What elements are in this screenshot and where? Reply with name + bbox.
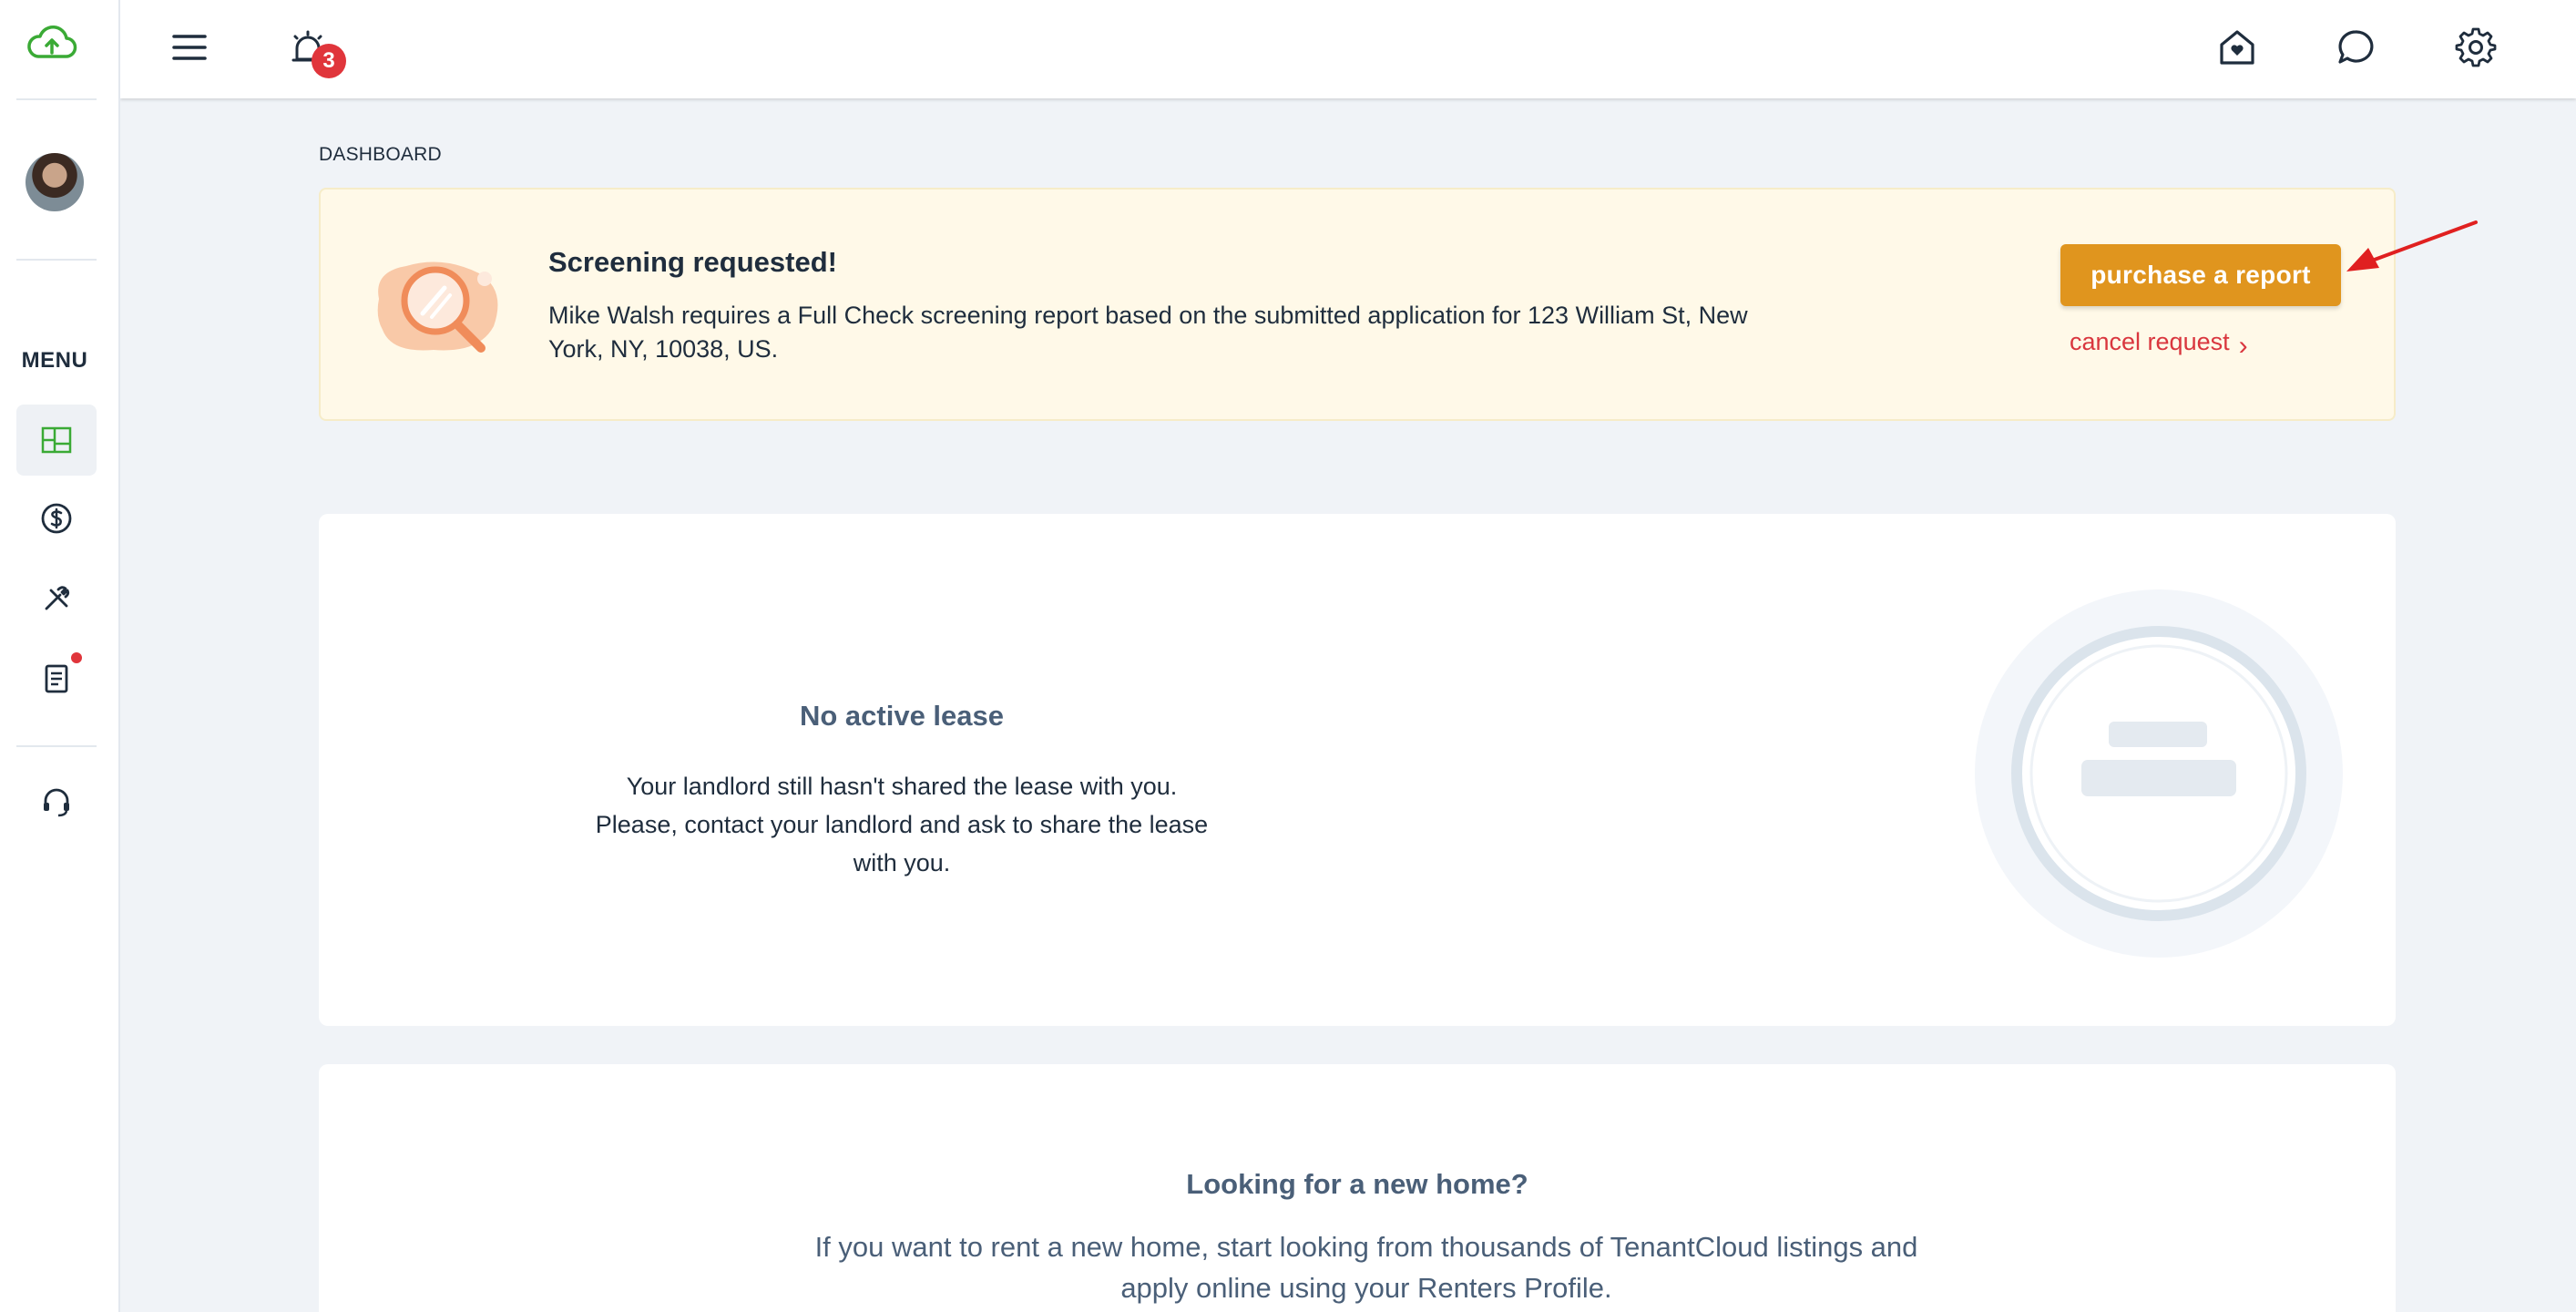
new-home-title: Looking for a new home?	[1186, 1168, 1528, 1200]
annotation-arrow-icon	[2346, 220, 2478, 272]
lease-card-text: Your landlord still hasn't shared the le…	[595, 773, 1209, 876]
notifications-count-badge: 3	[312, 44, 346, 78]
new-home-text: If you want to rent a new home, start lo…	[814, 1231, 1918, 1304]
lease-card-title: No active lease	[799, 700, 1005, 732]
chat-bubble-icon[interactable]	[2328, 20, 2383, 75]
hamburger-menu-icon[interactable]	[162, 20, 217, 75]
breadcrumb: DASHBOARD	[319, 144, 442, 165]
menu-label: MENU	[21, 348, 88, 373]
sidebar-item-maintenance[interactable]	[16, 563, 97, 634]
magnifier-illustration	[370, 253, 506, 363]
sidebar-item-payments[interactable]	[16, 483, 97, 554]
sidebar-divider	[16, 745, 97, 747]
settings-gear-icon[interactable]	[2448, 20, 2503, 75]
banner-message: Mike Walsh requires a Full Check screeni…	[548, 302, 1748, 363]
document-icon	[45, 664, 68, 693]
screening-request-banner: Screening requested! Mike Walsh requires…	[319, 188, 2396, 421]
alarm-notifications-button[interactable]: 3	[281, 20, 346, 78]
sidebar-item-documents[interactable]	[16, 643, 97, 714]
notification-dot	[71, 652, 82, 663]
lease-card: No active lease Your landlord still hasn…	[319, 514, 2396, 1026]
home-favorites-icon[interactable]	[2210, 20, 2264, 75]
new-home-card: Looking for a new home? If you want to r…	[319, 1064, 2396, 1312]
dashboard-icon	[41, 426, 72, 454]
empty-lease-illustration	[1972, 587, 2346, 960]
tools-icon	[45, 586, 70, 610]
cancel-request-link[interactable]: cancel request ›	[2070, 328, 2248, 359]
cloud-upload-logo-icon[interactable]	[26, 24, 78, 64]
sidebar-item-support[interactable]	[16, 767, 97, 838]
sidebar-divider	[16, 259, 97, 261]
top-bar: 3	[120, 0, 2576, 98]
headset-icon	[44, 788, 69, 817]
sidebar: MENU	[0, 0, 120, 1312]
sidebar-divider	[16, 98, 97, 100]
sidebar-item-dashboard[interactable]	[16, 405, 97, 476]
user-avatar[interactable]	[26, 153, 84, 211]
purchase-report-button[interactable]: purchase a report	[2060, 244, 2341, 306]
banner-title: Screening requested!	[548, 246, 837, 278]
dollar-circle-icon	[41, 503, 72, 534]
chevron-right-icon: ›	[2238, 330, 2248, 361]
cancel-request-label: cancel request	[2070, 328, 2230, 355]
